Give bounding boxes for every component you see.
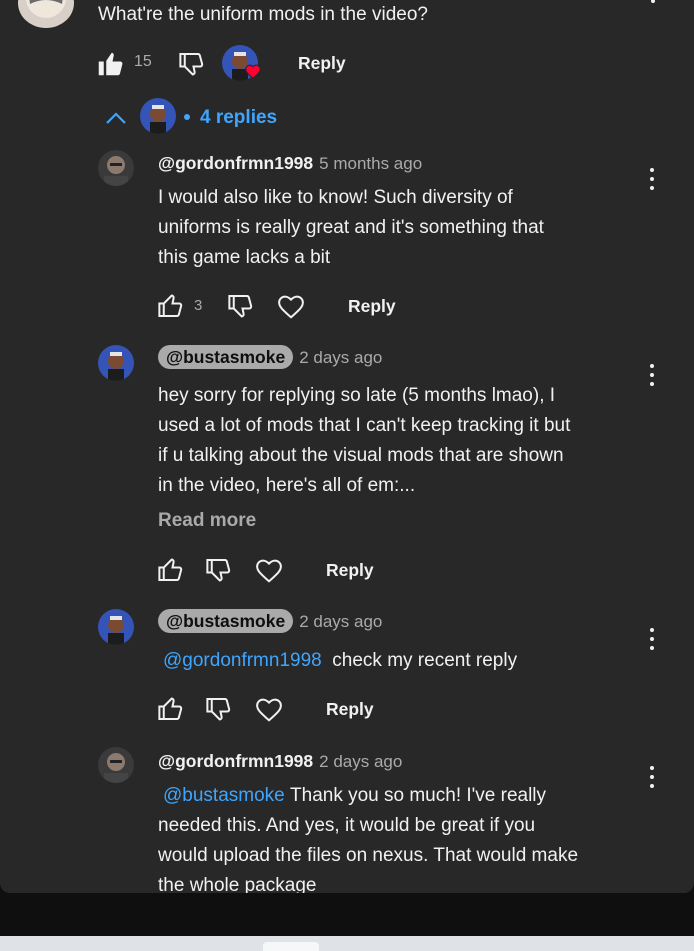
dislike-button[interactable] bbox=[176, 49, 206, 79]
reply-text: @bustasmoke Thank you so much! I've real… bbox=[158, 785, 579, 893]
thumbs-up-icon bbox=[158, 697, 183, 720]
mention-link[interactable]: @bustasmoke bbox=[158, 785, 285, 806]
commenter-avatar[interactable] bbox=[18, 0, 74, 28]
replies-count-label: 4 replies bbox=[200, 107, 278, 128]
read-more-button[interactable]: Read more bbox=[158, 510, 256, 532]
more-actions-icon[interactable] bbox=[649, 766, 655, 792]
reply-button[interactable]: Reply bbox=[348, 296, 396, 317]
reply-text: hey sorry for replying so late (5 months… bbox=[158, 385, 571, 496]
heart-icon bbox=[245, 64, 261, 79]
hide-replies-button[interactable]: 4 replies bbox=[104, 98, 294, 138]
more-actions-icon[interactable] bbox=[649, 364, 655, 390]
reply-avatar[interactable] bbox=[98, 609, 134, 645]
thumbs-down-icon bbox=[228, 295, 253, 318]
like-count: 15 bbox=[134, 53, 152, 70]
like-button[interactable] bbox=[95, 49, 125, 79]
thumbs-up-filled-icon bbox=[98, 52, 123, 76]
like-button[interactable] bbox=[155, 555, 185, 585]
creator-handle-chip[interactable]: @bustasmoke bbox=[158, 609, 294, 633]
reply-author[interactable]: @gordonfrmn1998 bbox=[158, 153, 313, 173]
reply-avatar[interactable] bbox=[98, 150, 134, 186]
more-actions-icon[interactable] bbox=[649, 628, 655, 654]
reply-header: @gordonfrmn1998 5 months ago bbox=[158, 153, 422, 174]
heart-outline-icon bbox=[278, 295, 304, 319]
reply-avatar[interactable] bbox=[98, 747, 134, 783]
reply-button[interactable]: Reply bbox=[298, 53, 346, 74]
reply-timestamp[interactable]: 2 days ago bbox=[299, 348, 382, 367]
reply-header: @bustasmoke 2 days ago bbox=[158, 609, 382, 633]
top-comment-text: What're the uniform mods in the video? bbox=[98, 4, 428, 25]
like-count: 3 bbox=[194, 297, 203, 314]
reply-header: @gordonfrmn1998 2 days ago bbox=[158, 751, 402, 772]
mention-link[interactable]: @gordonfrmn1998 bbox=[158, 650, 322, 671]
reply-button[interactable]: Reply bbox=[326, 560, 374, 581]
reply-body: check my recent reply bbox=[332, 650, 518, 671]
chevron-up-icon bbox=[106, 112, 126, 124]
dislike-button[interactable] bbox=[225, 291, 255, 321]
taskbar-tab[interactable] bbox=[263, 942, 319, 951]
reply-text: I would also like to know! Such diversit… bbox=[158, 187, 544, 268]
more-actions-icon[interactable] bbox=[649, 168, 655, 194]
more-actions-icon[interactable] bbox=[650, 0, 656, 16]
reply-header: @bustasmoke 2 days ago bbox=[158, 345, 382, 369]
reply-timestamp[interactable]: 2 days ago bbox=[299, 612, 382, 631]
page-background bbox=[0, 893, 694, 936]
dislike-button[interactable] bbox=[203, 555, 233, 585]
reply-avatar[interactable] bbox=[98, 345, 134, 381]
taskbar bbox=[0, 936, 694, 951]
dislike-button[interactable] bbox=[203, 694, 233, 724]
reply-button[interactable]: Reply bbox=[326, 699, 374, 720]
thumbs-up-icon bbox=[158, 558, 183, 581]
comments-panel: What're the uniform mods in the video? 1… bbox=[0, 0, 694, 893]
heart-button[interactable] bbox=[254, 695, 284, 723]
like-button[interactable] bbox=[155, 291, 185, 321]
thumbs-down-icon bbox=[179, 53, 204, 76]
heart-button[interactable] bbox=[254, 556, 284, 584]
thumbs-down-icon bbox=[206, 698, 231, 721]
heart-outline-icon bbox=[256, 698, 282, 722]
creator-avatar bbox=[140, 98, 176, 134]
heart-outline-icon bbox=[256, 559, 282, 583]
creator-handle-chip[interactable]: @bustasmoke bbox=[158, 345, 294, 369]
separator-dot bbox=[184, 114, 190, 120]
thumbs-up-icon bbox=[158, 294, 183, 317]
reply-timestamp[interactable]: 5 months ago bbox=[319, 154, 422, 173]
thumbs-down-icon bbox=[206, 559, 231, 582]
like-button[interactable] bbox=[155, 694, 185, 724]
reply-timestamp[interactable]: 2 days ago bbox=[319, 752, 402, 771]
reply-author[interactable]: @gordonfrmn1998 bbox=[158, 751, 313, 771]
heart-button[interactable] bbox=[276, 292, 306, 320]
reply-text: @gordonfrmn1998 check my recent reply bbox=[158, 646, 638, 676]
